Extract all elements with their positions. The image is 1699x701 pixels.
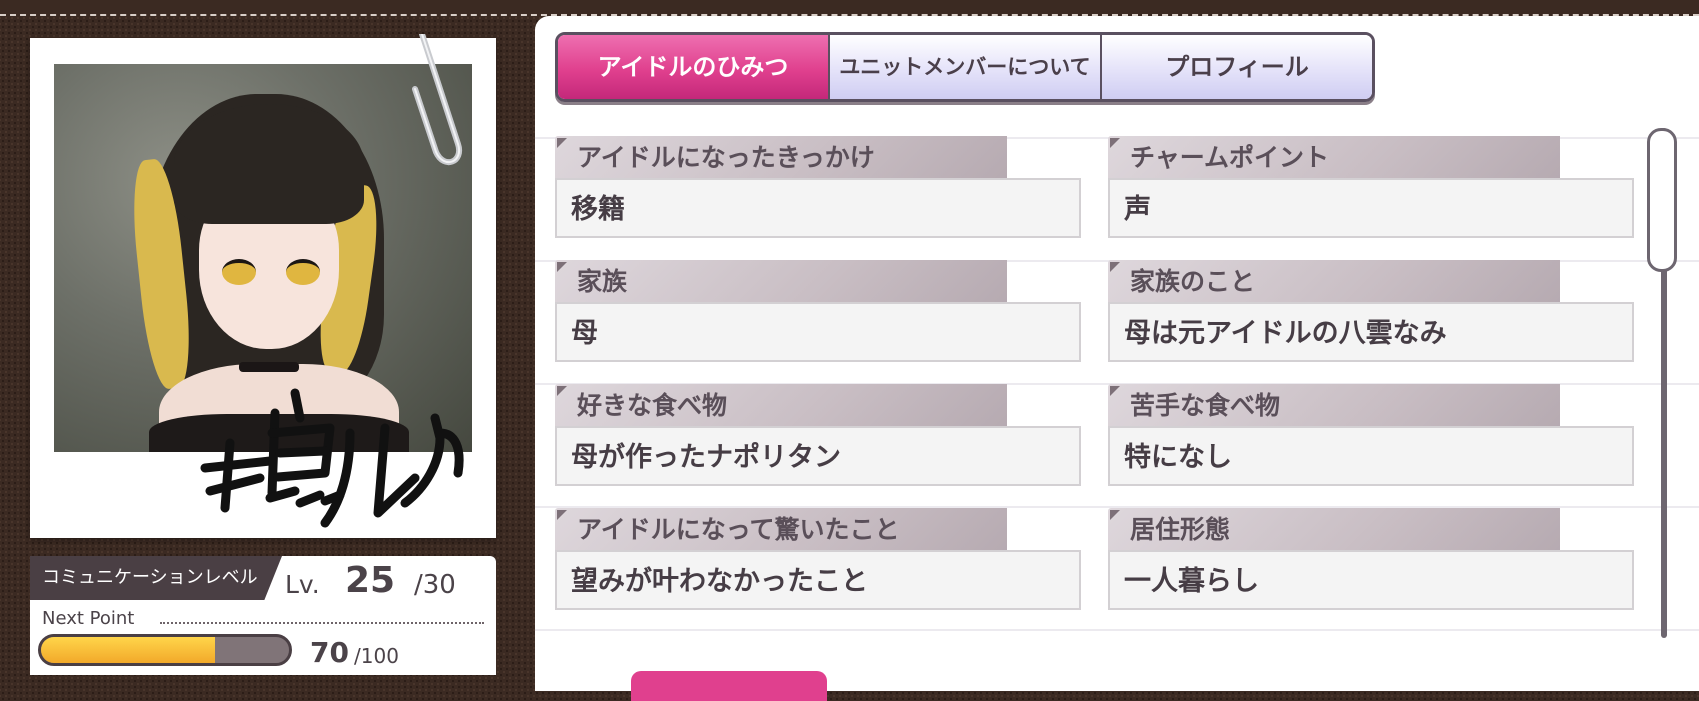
communication-level-panel: コミュニケーションレベル Lv. 25 /30 Next Point 70 /1… [30,556,496,675]
info-item-label: 家族のこと [1108,260,1560,304]
dotted-divider [160,622,484,624]
info-item-reason: アイドルになったきっかけ 移籍 [555,136,1081,244]
info-item-residence: 居住形態 一人暮らし [1108,508,1634,616]
portrait-eye [222,259,256,285]
info-item-value: 母が作ったナポリタン [555,426,1081,486]
info-item-label: 苦手な食べ物 [1108,384,1560,428]
tab-unit-members[interactable]: ユニットメンバーについて [830,35,1102,99]
paper-clip-icon [412,34,463,166]
progress-fill [41,637,215,663]
level-max: /30 [414,570,456,600]
info-item-value: 母 [555,302,1081,362]
bottom-button-partial[interactable] [631,671,827,701]
portrait-eye [286,259,320,285]
info-item-favorite-food: 好きな食べ物 母が作ったナポリタン [555,384,1081,492]
tab-profile[interactable]: プロフィール [1102,35,1372,99]
info-item-value: 声 [1108,178,1634,238]
info-item-label: 家族 [555,260,1007,304]
scrollbar-thumb[interactable] [1647,128,1677,272]
info-item-surprise: アイドルになって驚いたこと 望みが叶わなかったこと [555,508,1081,616]
tab-bar: アイドルのひみつ ユニットメンバーについて プロフィール [555,32,1375,102]
info-item-family: 家族 母 [555,260,1081,368]
top-stitch-border [0,0,1699,16]
info-item-value: 特になし [1108,426,1634,486]
info-item-charm-point: チャームポイント 声 [1108,136,1634,244]
tab-idol-secrets[interactable]: アイドルのひみつ [558,35,830,99]
info-item-value: 望みが叶わなかったこと [555,550,1081,610]
next-point-label: Next Point [42,608,135,629]
next-point-max: /100 [354,644,399,668]
profile-info-panel: アイドルのひみつ ユニットメンバーについて プロフィール アイドルになったきっか… [535,16,1699,701]
info-item-disliked-food: 苦手な食べ物 特になし [1108,384,1634,492]
info-item-label: アイドルになって驚いたこと [555,508,1007,552]
info-item-label: 好きな食べ物 [555,384,1007,428]
character-signature [200,388,464,528]
next-point-progress-bar [38,634,292,666]
level-prefix: Lv. [285,570,320,599]
info-item-value: 移籍 [555,178,1081,238]
next-point-value: 70 [310,636,349,669]
portrait-fringe [174,104,364,224]
info-item-value: 母は元アイドルの八雲なみ [1108,302,1634,362]
info-item-value: 一人暮らし [1108,550,1634,610]
portrait-choker [239,362,299,372]
info-item-label: 居住形態 [1108,508,1560,552]
level-current: 25 [345,560,396,601]
info-item-about-family: 家族のこと 母は元アイドルの八雲なみ [1108,260,1634,368]
info-item-label: アイドルになったきっかけ [555,136,1007,180]
info-item-label: チャームポイント [1108,136,1560,180]
level-label: コミュニケーションレベル [30,556,282,600]
character-photo-card[interactable] [30,34,496,538]
